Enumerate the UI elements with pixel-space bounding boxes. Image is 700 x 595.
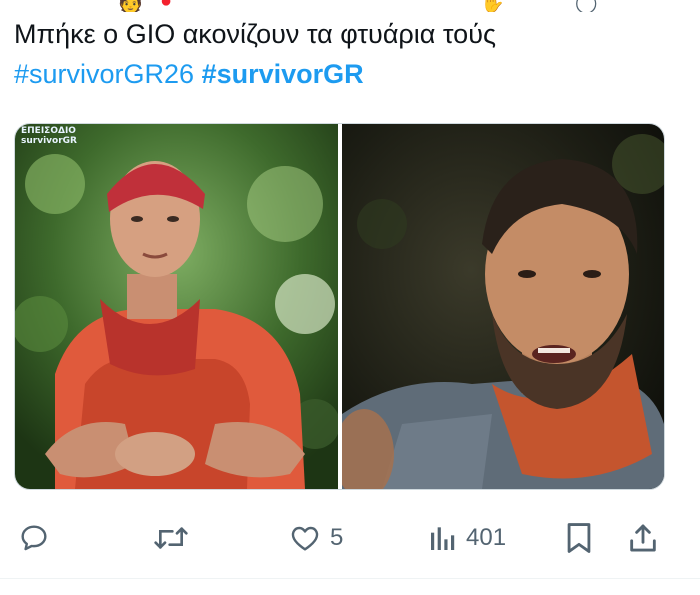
- like-button[interactable]: 5: [288, 512, 343, 564]
- photo-image: [342, 124, 664, 489]
- previous-content-strip: 🧑 ● ✋ ◯: [0, 0, 700, 12]
- cropped-emoji-icon: ✋: [480, 0, 505, 12]
- media-photo-left[interactable]: ΕΠΕΙΣΟΔΙΟ survivorGR: [15, 124, 338, 489]
- heart-icon: [291, 526, 319, 551]
- views-icon: [431, 527, 455, 550]
- bookmark-button[interactable]: [564, 512, 594, 564]
- reply-button[interactable]: [18, 512, 50, 564]
- retweet-icon: [154, 527, 188, 549]
- retweet-button[interactable]: [152, 512, 190, 564]
- tweet-body: Μπήκε ο GIO ακονίζουν τα φτυάρια τούς: [14, 19, 496, 49]
- share-button[interactable]: [626, 512, 660, 564]
- tweet-divider: [0, 578, 700, 579]
- cropped-emoji-icon: ◯: [575, 0, 598, 12]
- hashtag-link[interactable]: #survivorGR: [202, 59, 364, 89]
- channel-logo: ΕΠΕΙΣΟΔΙΟ survivorGR: [21, 126, 77, 146]
- cropped-emoji-icon: ●: [160, 0, 173, 12]
- like-count: 5: [330, 524, 344, 551]
- tweet-hashtags: #survivorGR26 #survivorGR: [14, 54, 684, 94]
- reply-icon: [21, 525, 47, 551]
- views-button[interactable]: 401: [428, 512, 506, 564]
- tweet-media[interactable]: ΕΠΕΙΣΟΔΙΟ survivorGR: [14, 123, 665, 490]
- photo-image: [15, 124, 338, 489]
- media-photo-right[interactable]: [342, 124, 664, 489]
- tweet-text: Μπήκε ο GIO ακονίζουν τα φτυάρια τούς #s…: [14, 14, 684, 94]
- cropped-emoji-icon: 🧑: [118, 0, 143, 12]
- bookmark-icon: [567, 523, 591, 553]
- tweet-action-bar: 5 401: [0, 512, 700, 564]
- views-count: 401: [466, 524, 507, 551]
- hashtag-link[interactable]: #survivorGR26: [14, 59, 194, 89]
- share-icon: [630, 524, 656, 552]
